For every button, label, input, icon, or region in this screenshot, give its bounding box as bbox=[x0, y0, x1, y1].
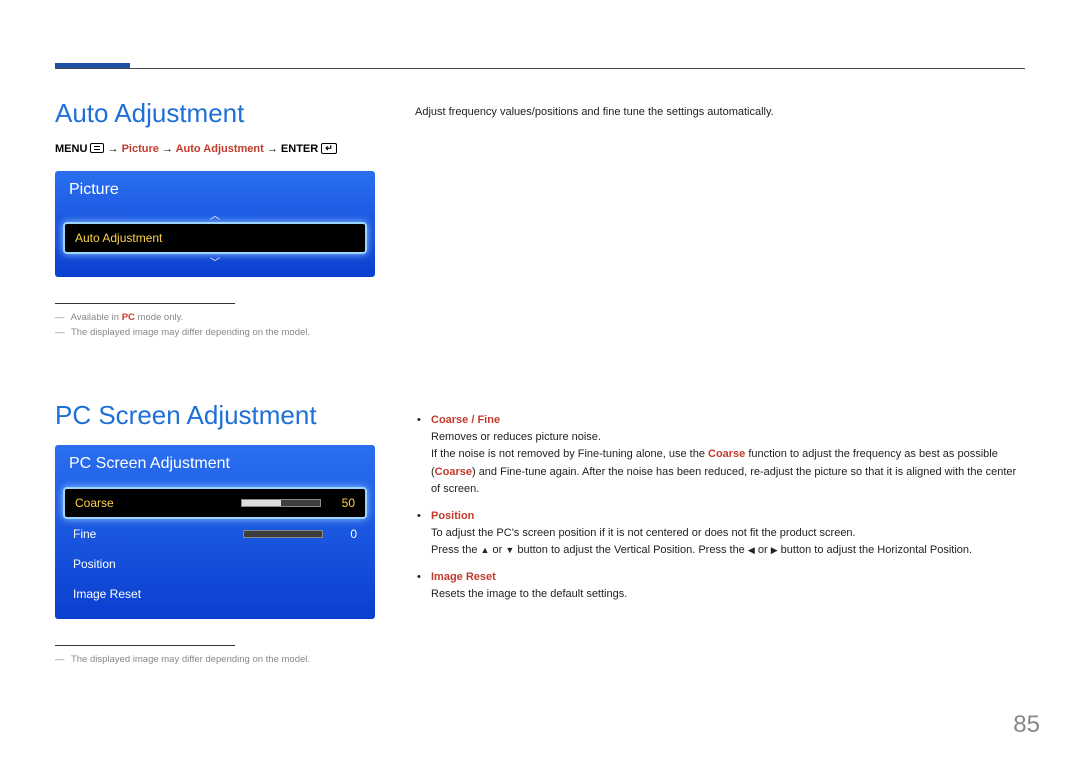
note-image-differ-2: ― The displayed image may differ dependi… bbox=[55, 652, 375, 667]
arrow: → bbox=[108, 143, 119, 155]
auto-adjustment-description: Adjust frequency values/positions and fi… bbox=[415, 104, 1025, 121]
slider-fill bbox=[242, 500, 281, 506]
triangle-left-icon bbox=[748, 544, 755, 556]
breadcrumb-menu: MENU bbox=[55, 143, 87, 155]
osd-item-fine[interactable]: Fine 0 bbox=[61, 519, 369, 549]
osd-item-value: 0 bbox=[331, 527, 357, 541]
notes-divider bbox=[55, 303, 235, 304]
osd-picture: Picture ︿ Auto Adjustment ﹀ bbox=[55, 171, 375, 277]
bullet-head: Position bbox=[431, 510, 474, 522]
osd-item-position[interactable]: Position bbox=[61, 549, 369, 579]
enter-icon bbox=[321, 143, 337, 154]
osd-item-image-reset[interactable]: Image Reset bbox=[61, 579, 369, 609]
bullet-head: Coarse / Fine bbox=[431, 414, 500, 426]
section-marker bbox=[55, 63, 130, 68]
bullet-position: Position To adjust the PC's screen posit… bbox=[415, 508, 1025, 559]
osd-title: Picture bbox=[55, 171, 375, 207]
osd-item-label: Coarse bbox=[75, 496, 233, 510]
osd-item-value: 50 bbox=[329, 496, 355, 510]
osd-item-auto-adjustment[interactable]: Auto Adjustment bbox=[63, 222, 367, 254]
bullet-image-reset: Image Reset Resets the image to the defa… bbox=[415, 569, 1025, 603]
page-number: 85 bbox=[1013, 711, 1040, 739]
breadcrumb-auto-adjustment: MENU → Picture → Auto Adjustment → ENTER bbox=[55, 143, 375, 155]
breadcrumb-auto-adj: Auto Adjustment bbox=[176, 143, 264, 155]
osd-pc-screen-adjustment: PC Screen Adjustment Coarse 50 Fine 0 Po… bbox=[55, 445, 375, 619]
section-title-pc-screen-adjustment: PC Screen Adjustment bbox=[55, 400, 375, 431]
note-image-differ: ― The displayed image may differ dependi… bbox=[55, 325, 375, 340]
slider-fine[interactable] bbox=[243, 530, 323, 538]
osd-title: PC Screen Adjustment bbox=[55, 445, 375, 481]
triangle-down-icon bbox=[505, 544, 514, 556]
section-title-auto-adjustment: Auto Adjustment bbox=[55, 98, 375, 129]
caret-down-icon: ﹀ bbox=[61, 254, 369, 269]
notes-divider bbox=[55, 645, 235, 646]
osd-item-label: Fine bbox=[73, 527, 235, 541]
osd-item-label: Auto Adjustment bbox=[75, 231, 162, 245]
arrow: → bbox=[162, 143, 173, 155]
bullet-head: Image Reset bbox=[431, 571, 496, 583]
osd-item-label: Position bbox=[73, 557, 116, 571]
slider-coarse[interactable] bbox=[241, 499, 321, 507]
breadcrumb-enter: ENTER bbox=[281, 143, 318, 155]
triangle-right-icon bbox=[771, 544, 778, 556]
osd-item-label: Image Reset bbox=[73, 587, 141, 601]
menu-icon bbox=[90, 143, 104, 153]
caret-up-icon: ︿ bbox=[61, 207, 369, 222]
breadcrumb-picture: Picture bbox=[122, 143, 159, 155]
top-rule bbox=[55, 68, 1025, 69]
arrow: → bbox=[267, 143, 278, 155]
osd-item-coarse[interactable]: Coarse 50 bbox=[63, 487, 367, 519]
note-pc-mode: ― Available in PC mode only. bbox=[55, 310, 375, 325]
bullet-coarse-fine: Coarse / Fine Removes or reduces picture… bbox=[415, 412, 1025, 497]
